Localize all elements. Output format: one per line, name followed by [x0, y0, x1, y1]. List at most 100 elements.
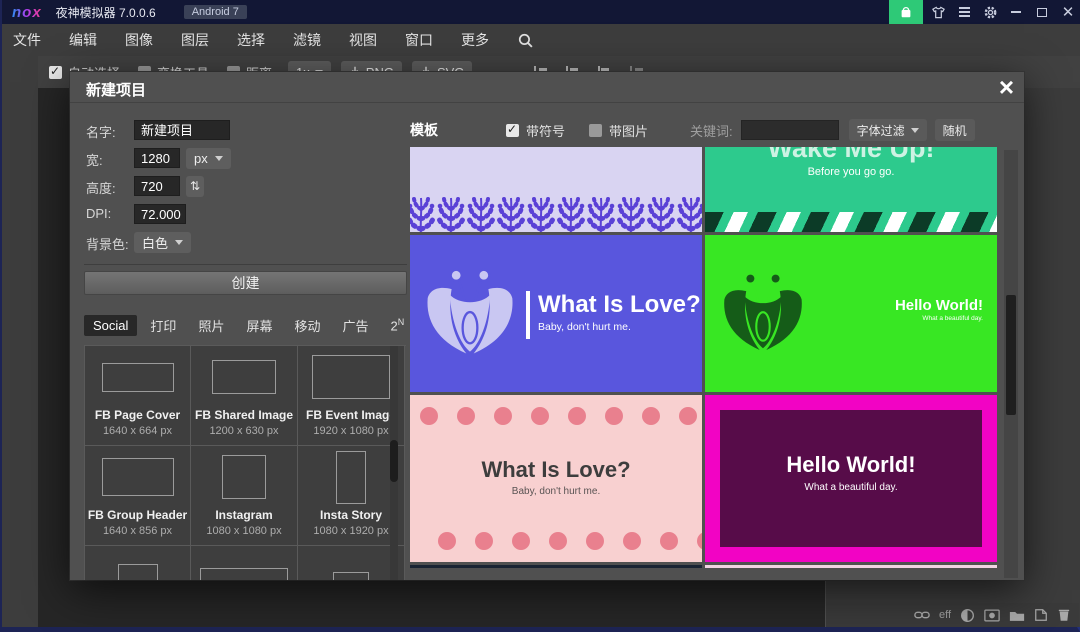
with-symbols-checkbox[interactable] — [506, 124, 519, 137]
template-card-hello-world-magenta[interactable]: Hello World! What a beautiful day. — [705, 395, 997, 562]
size-preview-rect — [312, 355, 390, 399]
android-version-badge: Android 7 — [184, 5, 247, 19]
size-card-partial[interactable] — [84, 546, 191, 580]
template-subtitle: Baby, don't hurt me. — [410, 486, 702, 497]
tab-screen[interactable]: 屏幕 — [237, 313, 281, 338]
bg-color-dropdown[interactable]: 白色 — [134, 232, 191, 253]
shopping-bag-icon — [899, 5, 913, 19]
menu-item-layer[interactable]: 图层 — [167, 24, 223, 56]
tab-social[interactable]: Social — [84, 315, 137, 336]
accent-bar — [526, 291, 530, 339]
swap-dimensions-button[interactable]: ⇅ — [186, 176, 204, 197]
font-filter-dropdown[interactable]: 字体过滤 — [849, 119, 927, 141]
template-card-partial[interactable] — [410, 565, 702, 568]
dialog-close-button[interactable]: × — [999, 72, 1014, 102]
hamburger-icon — [959, 11, 970, 13]
menu-item-view[interactable]: 视图 — [335, 24, 391, 56]
template-subtitle: Before you go go. — [705, 166, 997, 178]
maximize-button[interactable] — [1031, 1, 1053, 23]
tab-ads[interactable]: 广告 — [333, 313, 377, 338]
menu-item-filter[interactable]: 滤镜 — [279, 24, 335, 56]
tab-print[interactable]: 打印 — [141, 313, 185, 338]
size-name: FB Event Image — [306, 408, 396, 422]
tab-2n[interactable]: 2N — [382, 314, 414, 336]
template-subtitle: What a beautiful day. — [895, 315, 983, 322]
template-title: Hello World! — [720, 452, 982, 478]
template-subtitle: Baby, don't hurt me. — [538, 321, 701, 333]
unit-value: px — [194, 151, 208, 166]
new-project-dialog: 新建项目 × 名字: 新建项目 宽: 1280 px 高度: 720 ⇅ DPI… — [70, 72, 1024, 580]
keyword-input[interactable] — [741, 120, 839, 140]
effects-button[interactable]: eff — [939, 609, 951, 621]
divider — [84, 264, 407, 265]
templates-scroll-thumb[interactable] — [1006, 295, 1016, 415]
size-card-fb-page-cover[interactable]: FB Page Cover 1640 x 664 px — [84, 346, 191, 446]
menu-item-edit[interactable]: 编辑 — [55, 24, 111, 56]
template-card-hello-world-green[interactable]: Hello World! What a beautiful day. — [705, 235, 997, 392]
size-card-fb-event-image[interactable]: FB Event Image 1920 x 1080 px — [298, 346, 405, 446]
menu-search-button[interactable] — [503, 24, 548, 56]
trash-icon[interactable] — [1057, 608, 1071, 622]
size-card-insta-story[interactable]: Insta Story 1080 x 1920 px — [298, 446, 405, 546]
size-dims: 1920 x 1080 px — [313, 425, 388, 437]
diagonal-stripes-graphic — [705, 212, 997, 232]
menu-item-image[interactable]: 图像 — [111, 24, 167, 56]
settings-button[interactable] — [979, 1, 1001, 23]
close-icon: ✕ — [1062, 5, 1075, 20]
unit-dropdown[interactable]: px — [186, 148, 231, 169]
tab-mobile[interactable]: 移动 — [285, 313, 329, 338]
size-dims: 1200 x 630 px — [209, 425, 278, 437]
skin-button[interactable] — [927, 1, 949, 23]
size-grid-scroll-thumb[interactable] — [390, 440, 398, 482]
template-card-wake-me-up[interactable]: Wake Me Up! Before you go go. — [705, 147, 997, 232]
auto-select-checkbox[interactable] — [49, 66, 62, 79]
menu-item-more[interactable]: 更多 — [447, 24, 503, 56]
menu-item-window[interactable]: 窗口 — [391, 24, 447, 56]
tshirt-icon — [931, 5, 946, 20]
size-card-partial[interactable] — [298, 546, 405, 580]
bg-color-label: 背景色: — [86, 234, 129, 253]
new-layer-icon[interactable] — [1034, 608, 1048, 622]
dots-row — [420, 407, 697, 425]
size-preview-rect — [102, 458, 174, 496]
size-card-instagram[interactable]: Instagram 1080 x 1080 px — [191, 446, 298, 546]
size-card-fb-shared-image[interactable]: FB Shared Image 1200 x 630 px — [191, 346, 298, 446]
app-store-button[interactable] — [889, 0, 923, 24]
menu-button[interactable] — [953, 1, 975, 23]
height-label: 高度: — [86, 178, 116, 197]
template-card-leaves[interactable] — [410, 147, 702, 232]
name-input[interactable]: 新建项目 — [134, 120, 230, 140]
with-images-checkbox[interactable] — [589, 124, 602, 137]
tulip-flower-icon — [424, 267, 516, 359]
height-input[interactable]: 720 — [134, 176, 180, 196]
tool-sidebar — [2, 56, 38, 627]
folder-icon[interactable] — [1009, 609, 1025, 622]
tulip-flower-icon — [721, 271, 805, 355]
minimize-button[interactable] — [1005, 1, 1027, 23]
template-subtitle: What a beautiful day. — [720, 482, 982, 493]
dpi-input[interactable]: 72.000 — [134, 204, 186, 224]
close-window-button[interactable]: ✕ — [1057, 1, 1079, 23]
width-input[interactable]: 1280 — [134, 148, 180, 168]
menu-item-select[interactable]: 选择 — [223, 24, 279, 56]
size-card-partial[interactable] — [191, 546, 298, 580]
size-template-grid: FB Page Cover 1640 x 664 px FB Shared Im… — [84, 345, 406, 580]
link-icon[interactable] — [914, 609, 930, 621]
size-name: Instagram — [215, 508, 272, 522]
create-button[interactable]: 创建 — [84, 271, 407, 295]
tab-photo[interactable]: 照片 — [189, 313, 233, 338]
adjustment-icon[interactable] — [960, 608, 975, 623]
with-symbols-label: 带符号 — [526, 121, 565, 140]
mask-icon[interactable] — [984, 609, 1000, 622]
size-card-fb-group-header[interactable]: FB Group Header 1640 x 856 px — [84, 446, 191, 546]
template-card-what-is-love-blue[interactable]: What Is Love? Baby, don't hurt me. — [410, 235, 702, 392]
template-card-what-is-love-pink[interactable]: What Is Love? Baby, don't hurt me. — [410, 395, 702, 562]
menu-item-file[interactable]: 文件 — [2, 24, 55, 56]
size-preview-rect — [333, 572, 369, 580]
random-button[interactable]: 随机 — [935, 119, 975, 141]
size-dims: 1080 x 1920 px — [313, 525, 388, 537]
size-preview-rect — [222, 455, 266, 499]
search-icon — [517, 32, 534, 49]
chevron-down-icon — [175, 240, 183, 245]
template-card-partial[interactable] — [705, 565, 997, 568]
